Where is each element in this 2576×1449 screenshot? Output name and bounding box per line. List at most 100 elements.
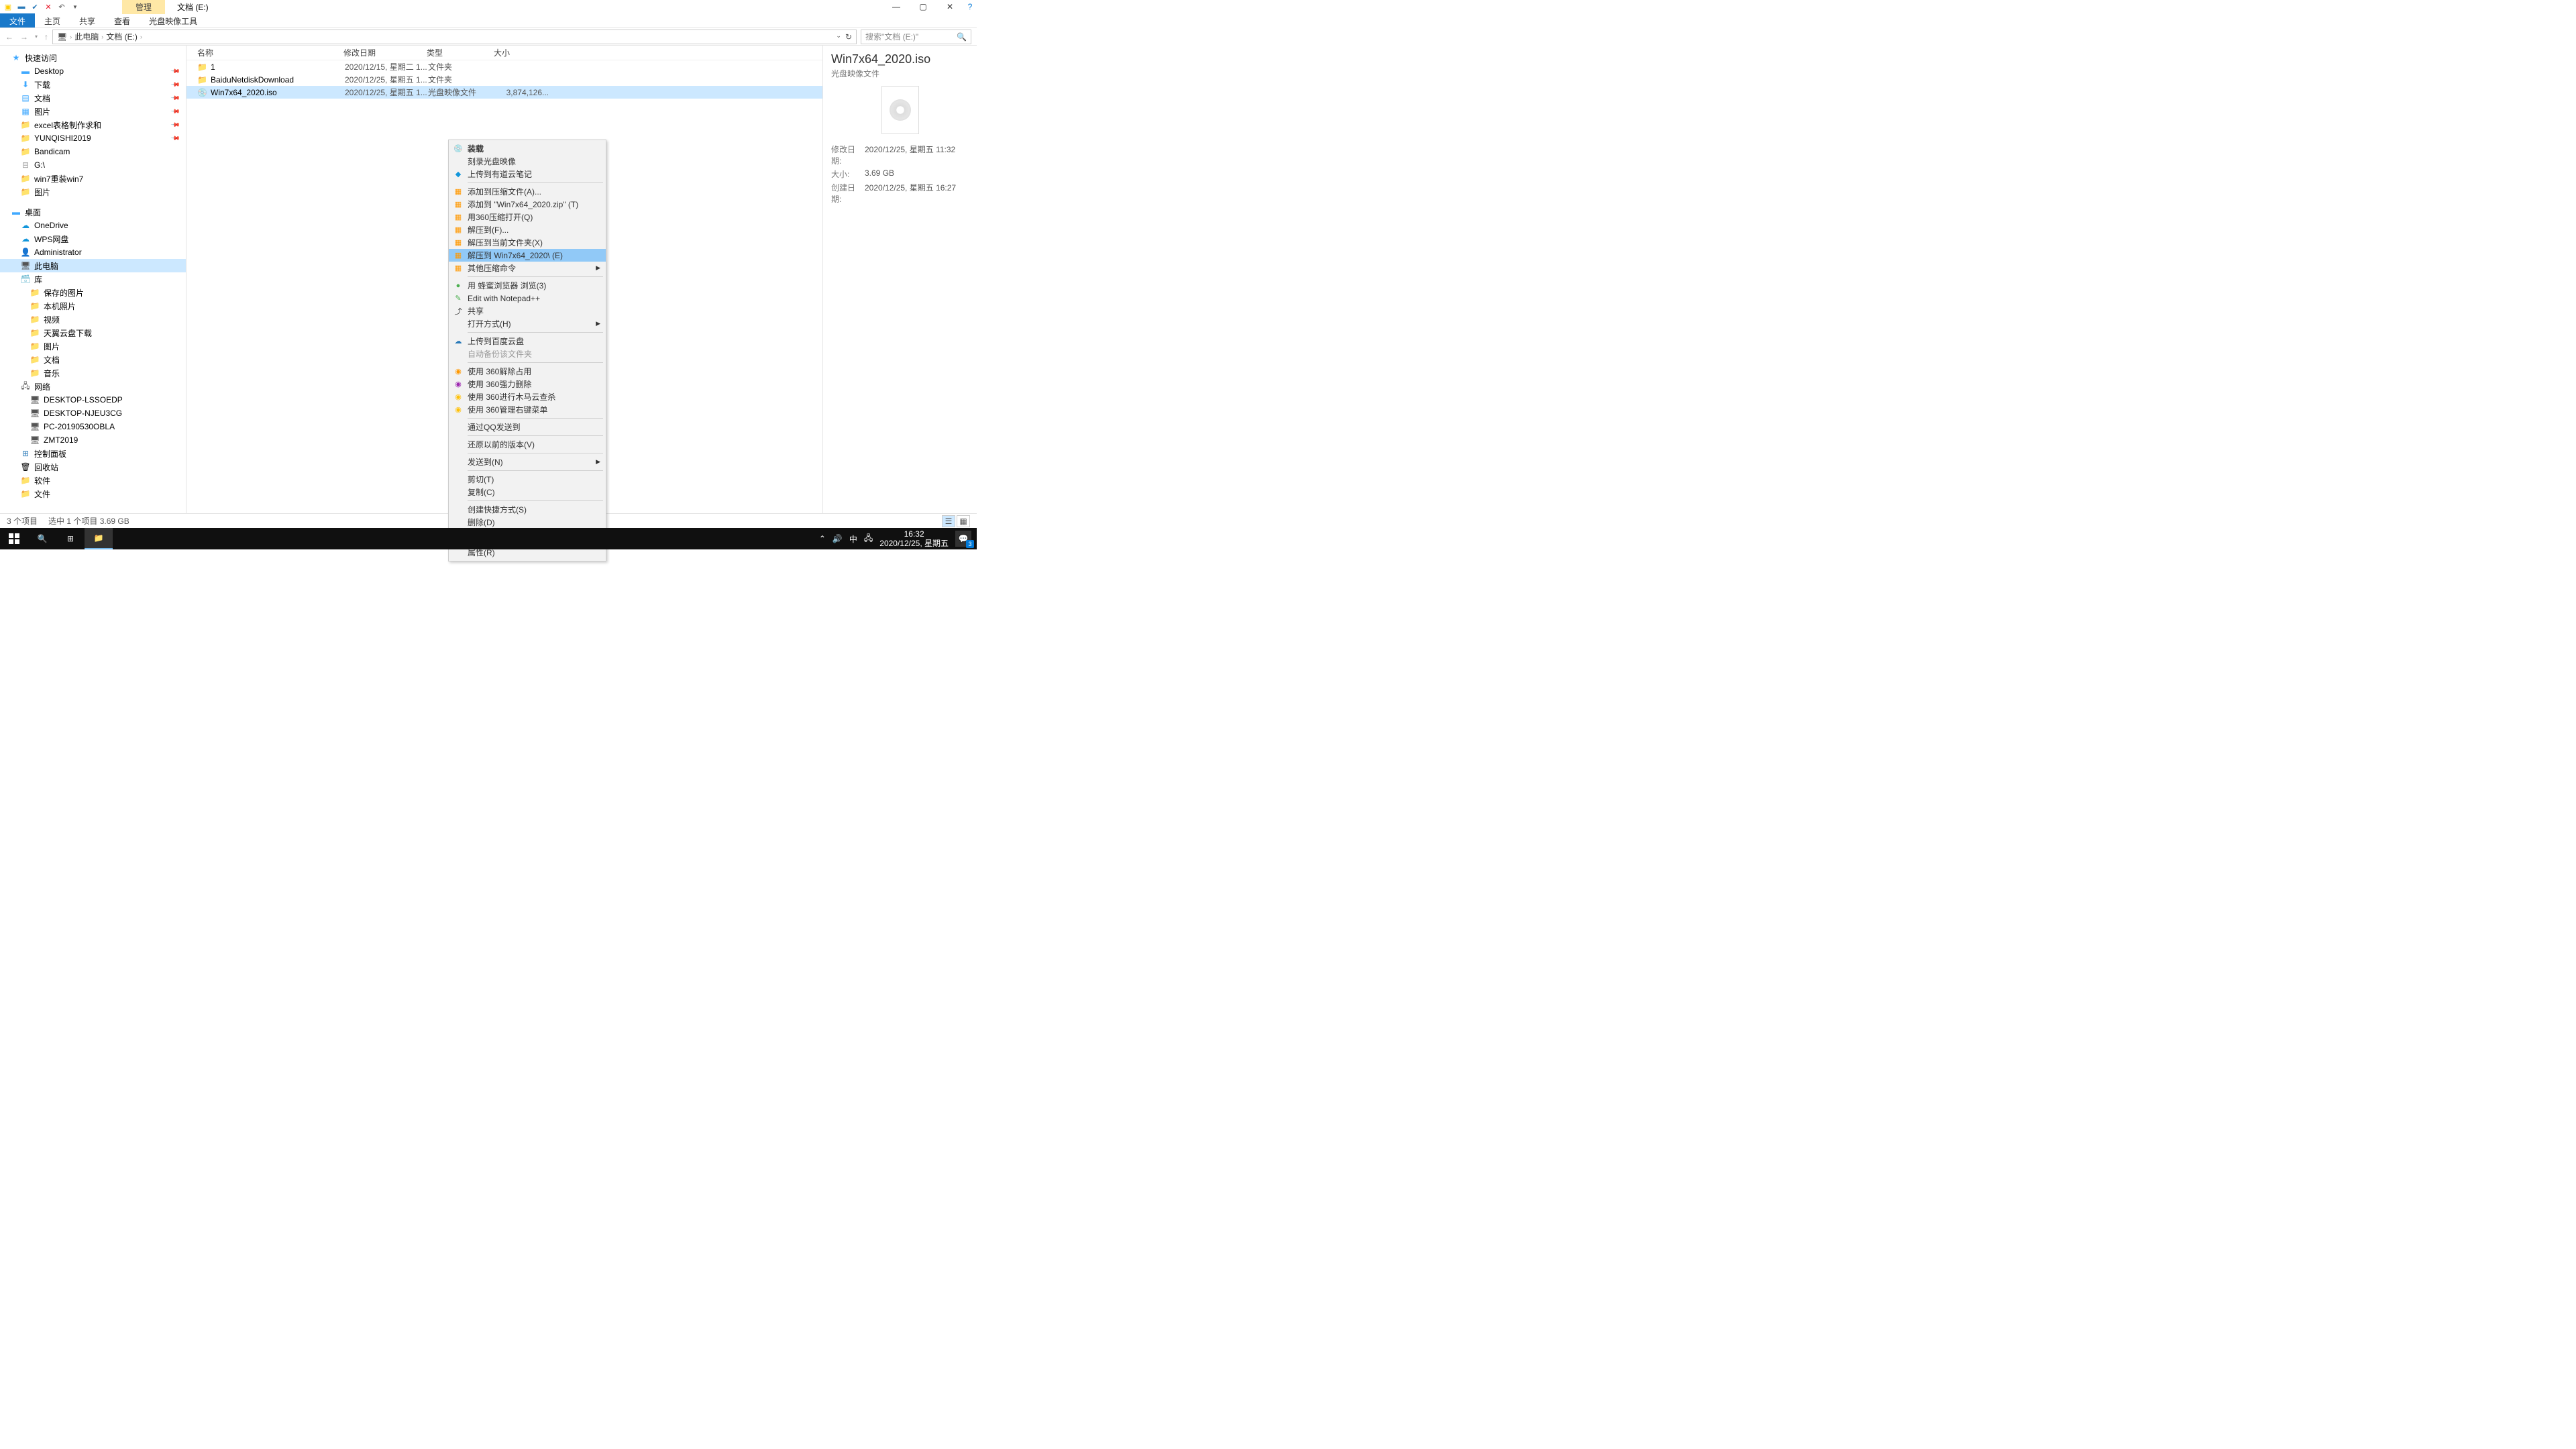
tree-localpics[interactable]: 📁本机照片 bbox=[0, 299, 186, 313]
cm-honey-browser[interactable]: ●用 蜂蜜浏览器 浏览(3) bbox=[449, 279, 606, 292]
tree-gdrive[interactable]: ⊟G:\ bbox=[0, 158, 186, 172]
tree-soft[interactable]: 📁软件 bbox=[0, 474, 186, 487]
tree-yunqishi[interactable]: 📁YUNQISHI2019📌 bbox=[0, 131, 186, 145]
tree-music[interactable]: 📁音乐 bbox=[0, 366, 186, 380]
search-button[interactable]: 🔍 bbox=[28, 528, 56, 549]
details-view-button[interactable]: ☰ bbox=[942, 515, 955, 527]
cm-360-unlock[interactable]: ◉使用 360解除占用 bbox=[449, 365, 606, 378]
close-button[interactable]: ✕ bbox=[936, 0, 963, 13]
cm-extract-folder[interactable]: ▦解压到 Win7x64_2020\ (E) bbox=[449, 249, 606, 262]
dropdown-icon[interactable]: ▼ bbox=[70, 1, 80, 12]
chevron-right-icon[interactable]: › bbox=[70, 34, 72, 40]
header-type[interactable]: 类型 bbox=[427, 47, 494, 58]
header-date[interactable]: 修改日期 bbox=[343, 47, 427, 58]
cm-360-scan[interactable]: ◉使用 360进行木马云查杀 bbox=[449, 390, 606, 403]
cm-send-to[interactable]: 发送到(N)▶ bbox=[449, 455, 606, 468]
file-row[interactable]: 📁 BaiduNetdiskDownload 2020/12/25, 星期五 1… bbox=[186, 73, 822, 86]
refresh-icon[interactable]: ↻ bbox=[845, 32, 852, 42]
minimize-button[interactable]: — bbox=[883, 0, 910, 13]
tree-pics2[interactable]: 📁图片 bbox=[0, 185, 186, 199]
header-size[interactable]: 大小 bbox=[494, 47, 547, 58]
tree-recycle[interactable]: 🗑回收站 bbox=[0, 460, 186, 474]
tree-win7[interactable]: 📁win7重装win7 bbox=[0, 172, 186, 185]
tree-downloads[interactable]: ⬇下载📌 bbox=[0, 78, 186, 91]
tree-quick-access[interactable]: ★快速访问 bbox=[0, 51, 186, 64]
tree-savedpics[interactable]: 📁保存的图片 bbox=[0, 286, 186, 299]
header-name[interactable]: 名称 bbox=[197, 47, 343, 58]
help-button[interactable]: ? bbox=[963, 0, 977, 13]
tree-video[interactable]: 📁视频 bbox=[0, 313, 186, 326]
save-icon[interactable]: ▬ bbox=[16, 1, 27, 12]
cm-youdao[interactable]: ◆上传到有道云笔记 bbox=[449, 168, 606, 180]
forward-button[interactable]: → bbox=[20, 32, 28, 42]
up-button[interactable]: ↑ bbox=[44, 32, 48, 42]
cm-extract-here[interactable]: ▦解压到当前文件夹(X) bbox=[449, 236, 606, 249]
clock[interactable]: 16:32 2020/12/25, 星期五 bbox=[879, 529, 949, 549]
start-button[interactable] bbox=[0, 528, 28, 549]
tree-d2[interactable]: 🖥DESKTOP-NJEU3CG bbox=[0, 407, 186, 420]
maximize-button[interactable]: ▢ bbox=[910, 0, 936, 13]
tree-wps[interactable]: ☁WPS网盘 bbox=[0, 232, 186, 246]
tab-home[interactable]: 主页 bbox=[35, 13, 70, 28]
tree-d1[interactable]: 🖥DESKTOP-LSSOEDP bbox=[0, 393, 186, 407]
file-row[interactable]: 📁 1 2020/12/15, 星期二 1... 文件夹 bbox=[186, 60, 822, 73]
cm-restore[interactable]: 还原以前的版本(V) bbox=[449, 438, 606, 451]
tree-files[interactable]: 📁文件 bbox=[0, 487, 186, 500]
cm-share[interactable]: ⤴共享 bbox=[449, 305, 606, 317]
action-center-button[interactable]: 💬3 bbox=[955, 531, 971, 547]
network-icon[interactable]: 🖧 bbox=[864, 532, 873, 546]
tree-desktop[interactable]: ▬Desktop📌 bbox=[0, 64, 186, 78]
chevron-right-icon[interactable]: › bbox=[101, 34, 103, 40]
tree-onedrive[interactable]: ☁OneDrive bbox=[0, 219, 186, 232]
tree-admin[interactable]: 👤Administrator bbox=[0, 246, 186, 259]
tree-desktop2[interactable]: ▬桌面 bbox=[0, 205, 186, 219]
tree-this-pc[interactable]: 🖥此电脑 bbox=[0, 259, 186, 272]
tree-network[interactable]: 🖧网络 bbox=[0, 380, 186, 393]
cm-qq-send[interactable]: 通过QQ发送到 bbox=[449, 421, 606, 433]
cm-360-delete[interactable]: ◉使用 360强力删除 bbox=[449, 378, 606, 390]
file-row-selected[interactable]: 💿 Win7x64_2020.iso 2020/12/25, 星期五 1... … bbox=[186, 86, 822, 99]
tab-share[interactable]: 共享 bbox=[70, 13, 105, 28]
undo-icon[interactable]: ↶ bbox=[56, 1, 67, 12]
file-list[interactable]: 名称 修改日期 类型 大小 📁 1 2020/12/15, 星期二 1... 文… bbox=[186, 46, 822, 513]
cm-360-menu[interactable]: ◉使用 360管理右键菜单 bbox=[449, 403, 606, 416]
tab-disc-image-tools[interactable]: 光盘映像工具 bbox=[140, 13, 207, 28]
cm-add-archive[interactable]: ▦添加到压缩文件(A)... bbox=[449, 185, 606, 198]
cm-add-zip[interactable]: ▦添加到 "Win7x64_2020.zip" (T) bbox=[449, 198, 606, 211]
cm-extract-to[interactable]: ▦解压到(F)... bbox=[449, 223, 606, 236]
chevron-right-icon[interactable]: › bbox=[140, 34, 142, 40]
check-icon[interactable]: ✔ bbox=[30, 1, 40, 12]
cm-cut[interactable]: 剪切(T) bbox=[449, 473, 606, 486]
volume-icon[interactable]: 🔊 bbox=[833, 534, 843, 543]
address-bar[interactable]: 🖥 › 此电脑 › 文档 (E:) › ⌄ ↻ bbox=[52, 30, 857, 44]
tab-file[interactable]: 文件 bbox=[0, 13, 35, 28]
icons-view-button[interactable]: ▦ bbox=[957, 515, 970, 527]
tree-d3[interactable]: 🖥PC-20190530OBLA bbox=[0, 420, 186, 433]
breadcrumb-location[interactable]: 文档 (E:) bbox=[106, 31, 138, 42]
manage-context-tab[interactable]: 管理 bbox=[122, 0, 165, 14]
tree-cpanel[interactable]: ⊞控制面板 bbox=[0, 447, 186, 460]
tree-pictures[interactable]: ▦图片📌 bbox=[0, 105, 186, 118]
back-button[interactable]: ← bbox=[5, 32, 13, 42]
cm-delete[interactable]: 删除(D) bbox=[449, 516, 606, 529]
tree-d4[interactable]: 🖥ZMT2019 bbox=[0, 433, 186, 447]
tree-docs2[interactable]: 📁文档 bbox=[0, 353, 186, 366]
tree-bandicam[interactable]: 📁Bandicam bbox=[0, 145, 186, 158]
cm-burn[interactable]: 刻录光盘映像 bbox=[449, 155, 606, 168]
close-icon[interactable]: ✕ bbox=[43, 1, 54, 12]
tree-documents[interactable]: ▤文档📌 bbox=[0, 91, 186, 105]
dropdown-icon[interactable]: ⌄ bbox=[836, 32, 841, 42]
tree-tianyi[interactable]: 📁天翼云盘下载 bbox=[0, 326, 186, 339]
cm-notepad[interactable]: ✎Edit with Notepad++ bbox=[449, 292, 606, 305]
explorer-taskbar-button[interactable]: 📁 bbox=[85, 528, 113, 549]
cm-mount[interactable]: 💿装载 bbox=[449, 142, 606, 155]
search-input[interactable]: 搜索"文档 (E:)" 🔍 bbox=[861, 30, 971, 44]
cm-shortcut[interactable]: 创建快捷方式(S) bbox=[449, 503, 606, 516]
search-icon[interactable]: 🔍 bbox=[957, 32, 967, 42]
tree-libraries[interactable]: 🗃库 bbox=[0, 272, 186, 286]
tab-view[interactable]: 查看 bbox=[105, 13, 140, 28]
tree-excel[interactable]: 📁excel表格制作求和📌 bbox=[0, 118, 186, 131]
cm-open-360[interactable]: ▦用360压缩打开(Q) bbox=[449, 211, 606, 223]
cm-open-with[interactable]: 打开方式(H)▶ bbox=[449, 317, 606, 330]
cm-baidu[interactable]: ☁上传到百度云盘 bbox=[449, 335, 606, 347]
